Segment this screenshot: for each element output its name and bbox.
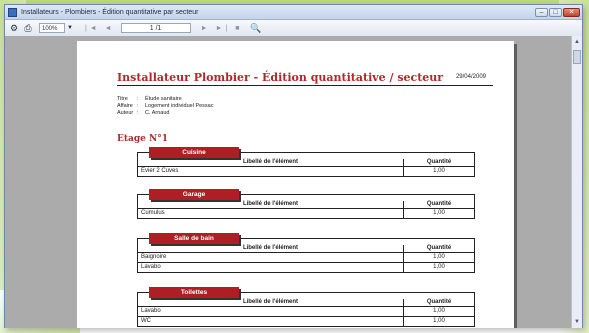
column-header-quantity: Quantité <box>403 299 474 306</box>
column-header-label: Libellé de l'élément <box>242 201 299 207</box>
preview-toolbar: ⚙ ⎙ 100% ▼ |◄ ◄ 1 /1 ► ►| ■ 🔍 <box>5 20 582 37</box>
section-tab: Salle de bain <box>149 233 239 244</box>
table-row: Evier 2 Cuves 1,00 <box>138 167 474 176</box>
element-quantity: 1,00 <box>403 263 474 272</box>
report-title: Installateur Plombier - Édition quantita… <box>117 71 444 84</box>
printer-icon[interactable]: ⎙ <box>23 23 33 33</box>
prev-page-button[interactable]: ◄ <box>105 25 115 32</box>
first-page-button[interactable]: |◄ <box>85 25 100 32</box>
column-header-label: Libellé de l'élément <box>242 299 299 305</box>
scroll-up-icon[interactable]: ▲ <box>573 38 581 46</box>
meta-row: Auteur : C. Arnaud <box>117 110 214 117</box>
scrollbar-thumb[interactable] <box>573 50 581 64</box>
element-label: Cumulus <box>141 210 165 216</box>
element-quantity: 1,00 <box>403 167 474 176</box>
section-tab: Garage <box>149 189 239 200</box>
maximize-button[interactable]: □ <box>549 7 562 17</box>
section-tab: Cuisine <box>149 147 239 158</box>
next-page-button[interactable]: ► <box>201 25 211 32</box>
window-title: Installateurs - Plombiers - Édition quan… <box>21 8 199 16</box>
element-label: Evier 2 Cuves <box>141 168 179 174</box>
meta-value: Étude sanitaire <box>145 96 182 102</box>
nav-back-group: |◄ ◄ <box>85 25 115 32</box>
element-quantity: 1,00 <box>403 253 474 262</box>
column-header-quantity: Quantité <box>403 245 474 252</box>
report-meta: Titre : Étude sanitaire Affaire : Logeme… <box>117 96 214 118</box>
window-controls: – □ ✕ <box>535 7 580 17</box>
element-quantity: 1,00 <box>403 307 474 316</box>
close-button[interactable]: ✕ <box>563 7 580 17</box>
report-date: 29/04/2009 <box>455 74 486 80</box>
column-header-label: Libellé de l'élément <box>242 159 299 165</box>
page-indicator[interactable]: 1 /1 <box>120 23 191 33</box>
meta-separator: : <box>137 96 139 102</box>
meta-key: Affaire <box>117 103 133 110</box>
meta-key: Auteur <box>117 110 134 117</box>
last-page-button[interactable]: ►| <box>215 25 230 32</box>
column-header-label: Libellé de l'élément <box>242 245 299 251</box>
element-label: Baignoire <box>141 254 167 260</box>
column-header-quantity: Quantité <box>403 159 474 166</box>
stop-button[interactable]: ■ <box>235 25 242 32</box>
chevron-down-icon[interactable]: ▼ <box>67 25 73 31</box>
meta-value: Logement individuel Pessac <box>145 103 214 110</box>
nav-forward-group: ► ►| ■ <box>201 25 243 32</box>
table-row: Cumulus 1,00 <box>138 209 474 218</box>
zoom-select[interactable]: 100% <box>39 23 65 33</box>
table-row: WC 1,00 <box>138 317 474 326</box>
vertical-scrollbar[interactable]: ▲ ▼ <box>571 36 582 328</box>
meta-separator: : <box>137 110 139 117</box>
element-label: Lavabo <box>141 308 161 314</box>
minimize-button[interactable]: – <box>535 7 548 17</box>
meta-key: Titre <box>117 96 128 102</box>
table-row: Lavabo 1,00 <box>138 307 474 317</box>
report-preview-window: Installateurs - Plombiers - Édition quan… <box>4 4 583 328</box>
meta-row: Titre : Étude sanitaire <box>117 96 214 103</box>
table-row: Lavabo 1,00 <box>138 263 474 272</box>
table-row: Baignoire 1,00 <box>138 253 474 263</box>
meta-separator: : <box>137 103 139 110</box>
element-quantity: 1,00 <box>403 317 474 326</box>
floor-heading: Etage N°1 <box>117 134 168 144</box>
binoculars-icon[interactable]: 🔍 <box>250 23 261 34</box>
document-viewport[interactable]: Installateur Plombier - Édition quantita… <box>5 36 572 328</box>
element-quantity: 1,00 <box>403 209 474 218</box>
scroll-down-icon[interactable]: ▼ <box>573 318 581 326</box>
column-header-quantity: Quantité <box>403 201 474 208</box>
print-setup-icon[interactable]: ⚙ <box>9 23 19 33</box>
title-divider <box>117 85 493 86</box>
report-page: Installateur Plombier - Édition quantita… <box>77 41 514 328</box>
title-bar[interactable]: Installateurs - Plombiers - Édition quan… <box>5 5 582 20</box>
element-label: WC <box>141 318 151 324</box>
section-tab: Toilettes <box>149 287 239 298</box>
app-icon <box>8 7 17 17</box>
element-label: Lavabo <box>141 264 161 270</box>
meta-value: C. Arnaud <box>145 110 170 117</box>
meta-row: Affaire : Logement individuel Pessac <box>117 103 214 110</box>
